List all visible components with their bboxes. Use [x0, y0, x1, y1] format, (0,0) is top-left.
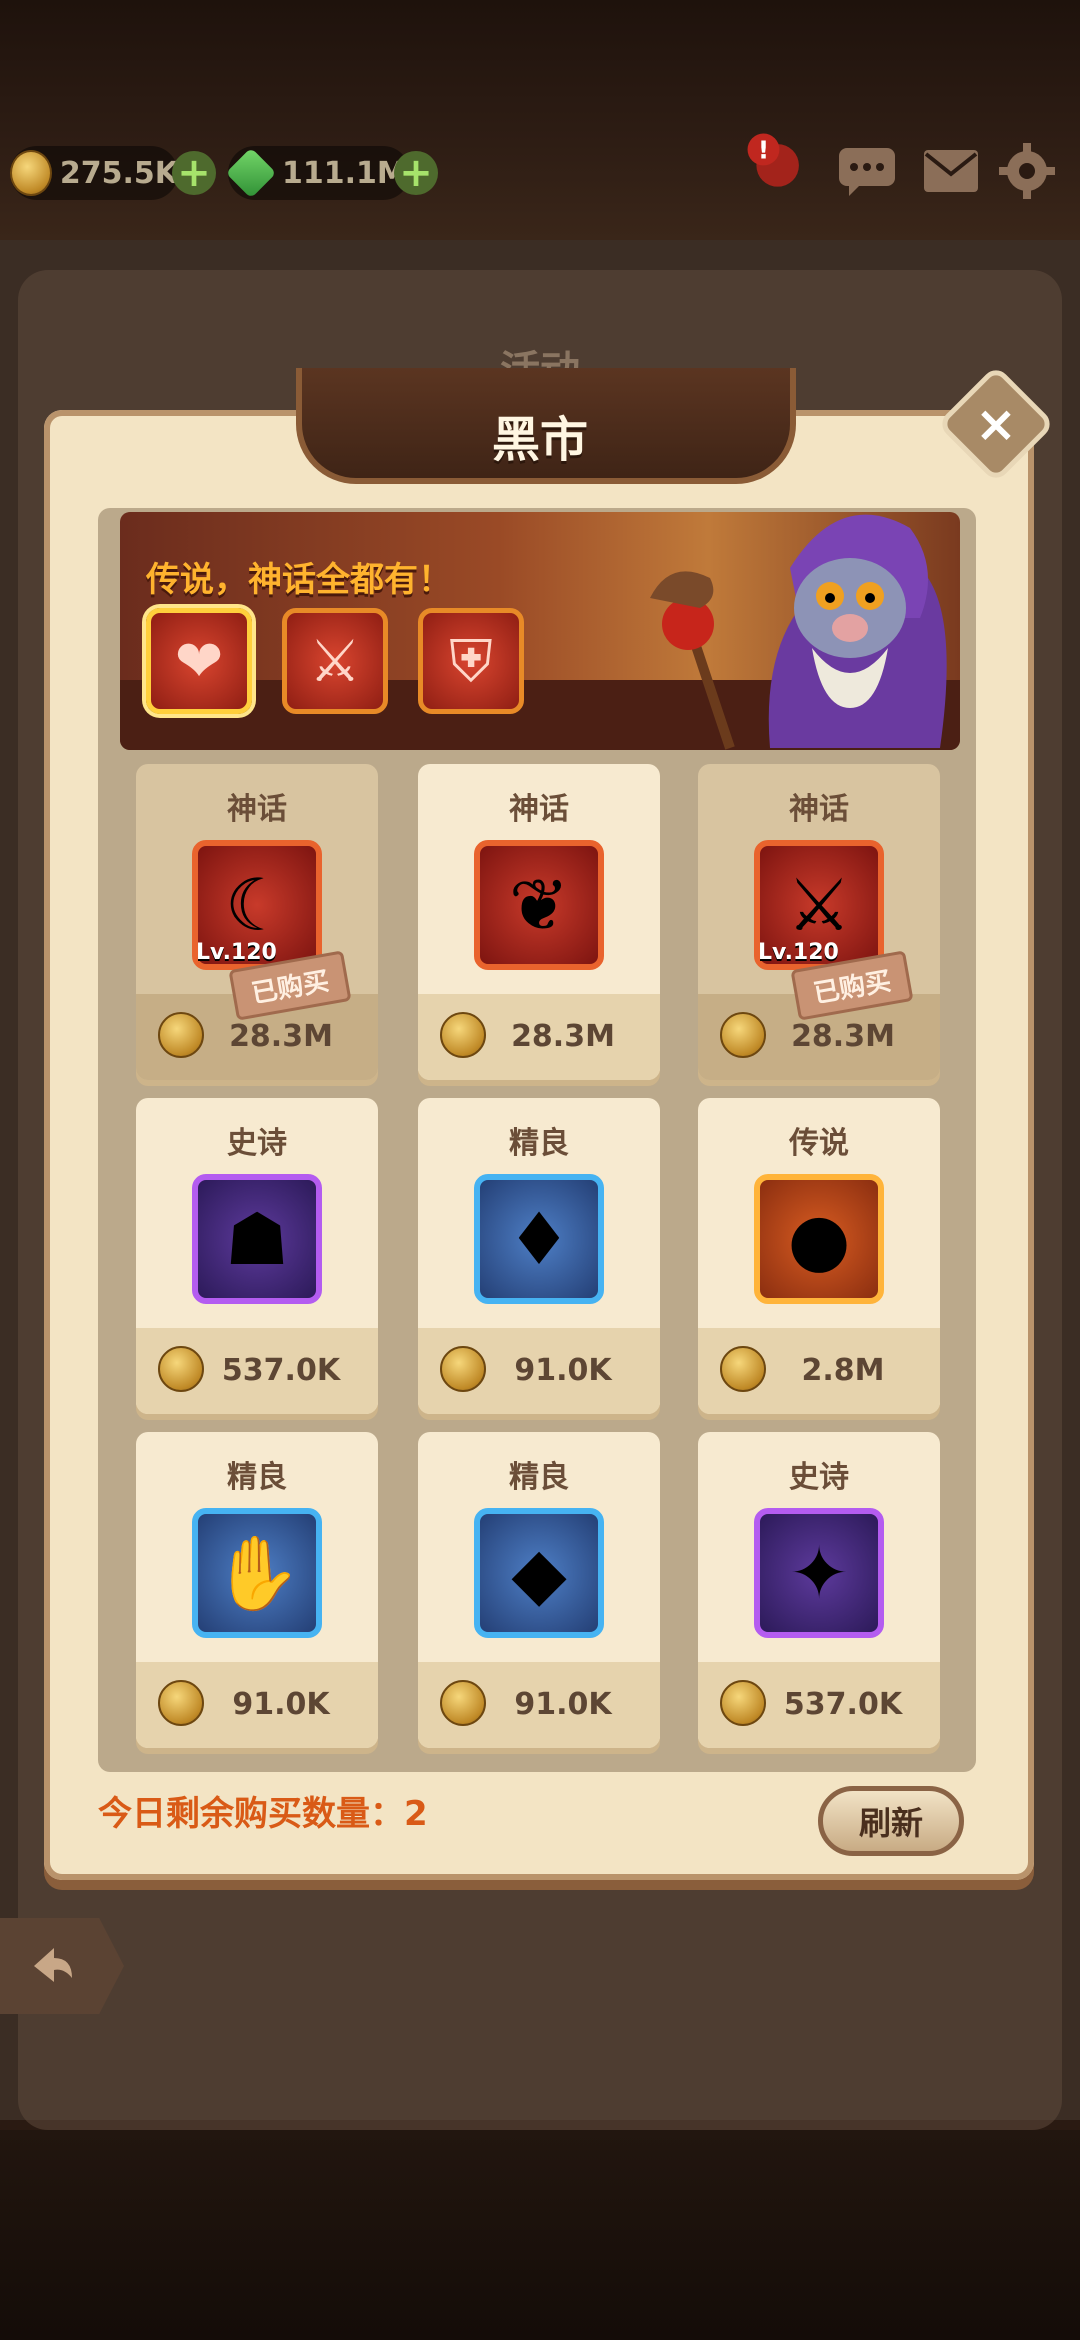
shop-item-card[interactable]: 神话 ☾ Lv.120 28.3M 已购买 — [136, 764, 378, 1080]
chat-icon — [839, 148, 895, 196]
remaining-purchases: 今日剩余购买数量：2 — [98, 1794, 428, 1834]
gold-coin-icon — [720, 1346, 766, 1392]
armor-icon: ⛨ — [449, 626, 493, 695]
gold-counter: 275.5K — [10, 146, 178, 200]
item-level: Lv.120 — [758, 940, 839, 965]
item-price: 91.0K — [232, 1687, 330, 1722]
gold-coin-icon — [720, 1680, 766, 1726]
alert-mark: ! — [758, 135, 769, 164]
shop-item-card[interactable]: 传说 ● 2.8M — [698, 1098, 940, 1414]
close-icon[interactable]: × — [954, 382, 1038, 466]
chat-button[interactable] — [836, 140, 898, 202]
shop-item-card[interactable]: 史诗 ☗ 537.0K — [136, 1098, 378, 1414]
gem-amount: 111.1M — [282, 155, 407, 191]
shop-item-card[interactable]: 神话 ⚔ Lv.120 28.3M 已购买 — [698, 764, 940, 1080]
item-glyph: ☾ — [224, 863, 290, 947]
gold-coin-icon — [440, 1346, 486, 1392]
gold-coin-icon — [10, 150, 52, 196]
item-glyph: ● — [787, 1197, 851, 1281]
gem-counter: 111.1M — [225, 146, 410, 200]
mail-icon — [924, 150, 978, 192]
gold-coin-icon — [158, 1346, 204, 1392]
merchant-npc-icon — [650, 514, 947, 750]
item-rarity: 史诗 — [227, 1126, 287, 1161]
banner-slogan: 传说，神话全都有！ — [146, 560, 452, 600]
ruby-necklace-icon: ♦ — [474, 1174, 604, 1304]
item-glyph: ◆ — [511, 1531, 567, 1615]
gauntlet-icon: ✋ — [192, 1508, 322, 1638]
shop-item-card[interactable]: 史诗 ✦ 537.0K — [698, 1432, 940, 1748]
banner-item-3[interactable]: ⛨ — [418, 608, 524, 714]
green-orb-icon: ● — [754, 1174, 884, 1304]
shop-item-card[interactable]: 精良 ◆ 91.0K — [418, 1432, 660, 1748]
back-arrow-icon — [34, 1948, 72, 1982]
add-gems-button[interactable]: + — [394, 151, 438, 195]
item-glyph: ⚔ — [786, 863, 852, 947]
item-level: Lv.120 — [196, 940, 277, 965]
item-glyph: ✋ — [212, 1530, 302, 1615]
shop-item-card[interactable]: 精良 ♦ 91.0K — [418, 1098, 660, 1414]
item-price: 28.3M — [229, 1019, 333, 1054]
item-glyph: ☗ — [224, 1197, 290, 1281]
item-rarity: 神话 — [789, 792, 849, 827]
item-price: 2.8M — [801, 1353, 885, 1388]
item-rarity: 精良 — [227, 1460, 287, 1495]
gold-coin-icon — [158, 1680, 204, 1726]
item-rarity: 神话 — [227, 792, 287, 827]
jeweled-sword-icon: ⚔ — [309, 627, 361, 695]
avatar-icon: ! — [747, 133, 799, 187]
gear-icon — [999, 143, 1055, 199]
bottom-background — [0, 2130, 1080, 2340]
gold-coin-icon — [720, 1012, 766, 1058]
dialog-title: 黑市 — [491, 412, 588, 468]
item-rarity: 精良 — [509, 1460, 569, 1495]
gold-coin-icon — [440, 1680, 486, 1726]
shop-item-card[interactable]: 精良 ✋ 91.0K — [136, 1432, 378, 1748]
cape-icon: ☗ — [192, 1174, 322, 1304]
avatar-alert-button[interactable]: ! — [744, 130, 806, 192]
refresh-button[interactable]: 刷新 — [818, 1786, 964, 1856]
item-rarity: 神话 — [509, 792, 569, 827]
add-gold-button[interactable]: + — [172, 151, 216, 195]
back-button[interactable] — [0, 1918, 124, 2014]
mail-button[interactable] — [920, 140, 982, 202]
pink-gem-amulet-icon: ◆ — [474, 1508, 604, 1638]
top-bar-background — [0, 0, 1080, 240]
silver-orb-icon: ✦ — [754, 1508, 884, 1638]
item-glyph: ❦ — [508, 863, 570, 947]
item-price: 537.0K — [221, 1353, 341, 1388]
item-price: 91.0K — [514, 1353, 612, 1388]
winged-armor-icon: ❦ — [474, 840, 604, 970]
banner-item-1[interactable]: ❤ — [146, 608, 252, 714]
item-price: 28.3M — [791, 1019, 895, 1054]
heart-scepter-icon: ❤ — [174, 627, 224, 695]
settings-button[interactable] — [996, 140, 1058, 202]
item-glyph: ♦ — [506, 1197, 572, 1281]
gold-amount: 275.5K — [59, 155, 178, 191]
item-glyph: ✦ — [788, 1531, 850, 1615]
gold-coin-icon — [158, 1012, 204, 1058]
banner-item-2[interactable]: ⚔ — [282, 608, 388, 714]
item-price: 537.0K — [783, 1687, 903, 1722]
item-price: 91.0K — [514, 1687, 612, 1722]
gold-coin-icon — [440, 1012, 486, 1058]
item-rarity: 史诗 — [789, 1460, 849, 1495]
item-rarity: 精良 — [509, 1126, 569, 1161]
shop-item-card[interactable]: 神话 ❦ 28.3M — [418, 764, 660, 1080]
item-price: 28.3M — [511, 1019, 615, 1054]
item-rarity: 传说 — [789, 1126, 849, 1161]
